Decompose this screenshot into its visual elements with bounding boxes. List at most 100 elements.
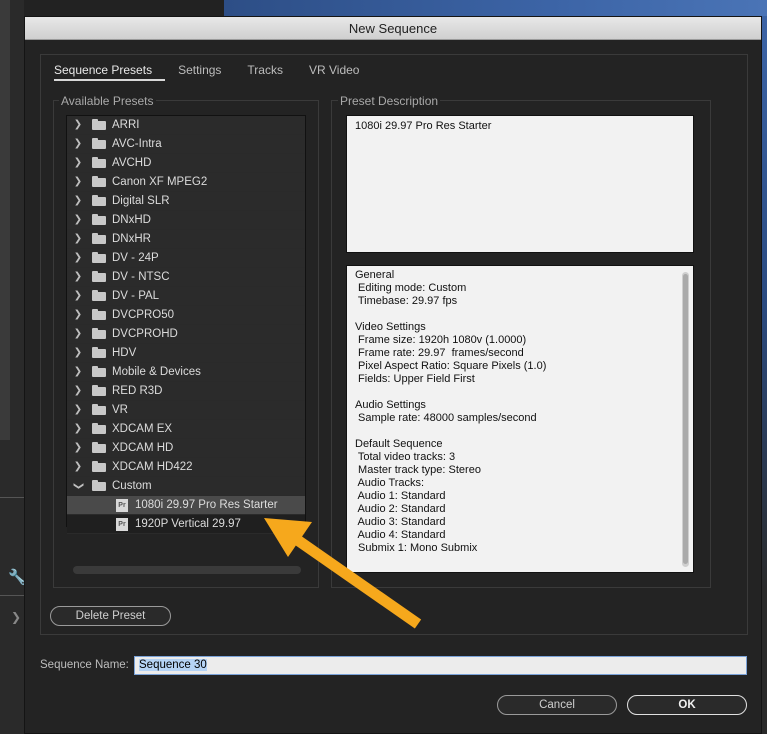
chevron-right-icon[interactable]: ❯	[73, 230, 83, 248]
chevron-right-icon[interactable]: ❯	[73, 344, 83, 362]
delete-preset-button[interactable]: Delete Preset	[50, 606, 171, 626]
ok-button[interactable]: OK	[627, 695, 747, 715]
preset-folder[interactable]: ❯ Digital SLR	[67, 192, 305, 211]
preset-detail-line: General	[355, 269, 395, 281]
preset-folder-label: DVCPROHD	[112, 328, 178, 340]
preset-detail-line: Audio Tracks:	[355, 477, 425, 489]
preset-folder-label: VR	[112, 404, 128, 416]
tab-vr-video[interactable]: VR Video	[296, 63, 372, 83]
premiere-file-icon: Pr	[116, 499, 128, 512]
background-divider	[0, 595, 24, 596]
chevron-right-icon[interactable]: ❯	[73, 458, 83, 476]
preset-folder-label: ARRI	[112, 119, 140, 131]
preset-folder[interactable]: ❯ DNxHD	[67, 211, 305, 230]
preset-folder[interactable]: ❯ DVCPRO50	[67, 306, 305, 325]
preset-folder[interactable]: ❯ DV - PAL	[67, 287, 305, 306]
preset-folder-label: Canon XF MPEG2	[112, 176, 208, 188]
preset-detail-line	[355, 386, 685, 399]
preset-folder-label: DV - 24P	[112, 252, 159, 264]
tab-sequence-presets[interactable]: Sequence Presets	[54, 63, 166, 81]
preset-folder-custom[interactable]: ❯ Custom	[67, 477, 305, 496]
folder-icon	[92, 442, 106, 453]
chevron-right-icon[interactable]: ❯	[73, 154, 83, 172]
chevron-down-icon[interactable]: ❯	[69, 481, 87, 491]
background-top-bar	[24, 0, 224, 16]
preset-folder[interactable]: ❯ DV - 24P	[67, 249, 305, 268]
chevron-right-icon[interactable]: ❯	[73, 401, 83, 419]
tab-bar: Sequence Presets Settings Tracks VR Vide…	[54, 63, 372, 83]
preset-folder[interactable]: ❯ XDCAM EX	[67, 420, 305, 439]
preset-detail-line: Master track type: Stereo	[355, 464, 481, 476]
preset-folder[interactable]: ❯ DVCPROHD	[67, 325, 305, 344]
preset-folder[interactable]: ❯ ARRI	[67, 116, 305, 135]
sequence-name-input[interactable]: Sequence 30	[134, 656, 747, 675]
chevron-right-icon[interactable]: ❯	[73, 420, 83, 438]
new-sequence-dialog: New Sequence Sequence Presets Settings T…	[24, 16, 762, 734]
sequence-name-label: Sequence Name:	[40, 659, 129, 671]
preset-folder-label: DVCPRO50	[112, 309, 174, 321]
dialog-content: Sequence Presets Settings Tracks VR Vide…	[40, 54, 748, 635]
preset-folder[interactable]: ❯ Mobile & Devices	[67, 363, 305, 382]
preset-folder[interactable]: ❯ AVCHD	[67, 154, 305, 173]
chevron-right-icon[interactable]: ❯	[73, 268, 83, 286]
dialog-title: New Sequence	[25, 17, 761, 40]
folder-icon	[92, 480, 106, 491]
folder-icon	[92, 461, 106, 472]
preset-detail-line: Timebase: 29.97 fps	[355, 295, 458, 307]
chevron-right-icon[interactable]: ❯	[73, 192, 83, 210]
folder-icon	[92, 366, 106, 377]
tab-settings[interactable]: Settings	[165, 63, 234, 83]
chevron-right-icon[interactable]: ❯	[73, 363, 83, 381]
folder-icon	[92, 138, 106, 149]
preset-folder-label: Mobile & Devices	[112, 366, 201, 378]
vertical-scrollbar[interactable]	[682, 272, 689, 567]
preset-detail-line: Default Sequence	[355, 438, 443, 450]
tab-tracks[interactable]: Tracks	[234, 63, 296, 83]
chevron-right-icon[interactable]: ❯	[73, 287, 83, 305]
preset-folder[interactable]: ❯ VR	[67, 401, 305, 420]
preset-folder[interactable]: ❯ XDCAM HD422	[67, 458, 305, 477]
folder-icon	[92, 309, 106, 320]
chevron-right-icon[interactable]: ❯	[73, 439, 83, 457]
folder-icon	[92, 252, 106, 263]
preset-folder[interactable]: ❯ DV - NTSC	[67, 268, 305, 287]
preset-detail-line	[355, 308, 685, 321]
preset-folder[interactable]: ❯ XDCAM HD	[67, 439, 305, 458]
chevron-right-icon[interactable]: ❯	[11, 610, 21, 624]
chevron-right-icon[interactable]: ❯	[73, 135, 83, 153]
preset-name-box: 1080i 29.97 Pro Res Starter	[346, 115, 694, 253]
horizontal-scrollbar[interactable]	[73, 566, 301, 574]
chevron-right-icon[interactable]: ❯	[73, 306, 83, 324]
preset-folder-label: XDCAM EX	[112, 423, 173, 435]
folder-icon	[92, 157, 106, 168]
folder-icon	[92, 176, 106, 187]
chevron-right-icon[interactable]: ❯	[73, 116, 83, 134]
preset-folder[interactable]: ❯ RED R3D	[67, 382, 305, 401]
preset-item[interactable]: Pr 1920P Vertical 29.97	[67, 515, 305, 534]
folder-icon	[92, 328, 106, 339]
background-left-strip	[0, 0, 10, 440]
preset-folder-label: AVC-Intra	[112, 138, 162, 150]
chevron-right-icon[interactable]: ❯	[73, 382, 83, 400]
preset-folder[interactable]: ❯ AVC-Intra	[67, 135, 305, 154]
folder-icon	[92, 385, 106, 396]
preset-detail-line: Audio Settings	[355, 399, 426, 411]
preset-details-box: General Editing mode: Custom Timebase: 2…	[346, 265, 694, 573]
chevron-right-icon[interactable]: ❯	[73, 211, 83, 229]
chevron-right-icon[interactable]: ❯	[73, 173, 83, 191]
chevron-right-icon[interactable]: ❯	[73, 249, 83, 267]
preset-detail-line: Sample rate: 48000 samples/second	[355, 412, 537, 424]
folder-icon	[92, 214, 106, 225]
chevron-right-icon[interactable]: ❯	[73, 325, 83, 343]
presets-tree: ❯ ARRI ❯ AVC-Intra ❯ AVCHD ❯ Canon XF MPEG2 ❯ Dig…	[66, 115, 306, 574]
preset-folder-label: XDCAM HD	[112, 442, 174, 454]
preset-folder[interactable]: ❯ DNxHR	[67, 230, 305, 249]
preset-detail-line: Frame size: 1920h 1080v (1.0000)	[355, 334, 527, 346]
cancel-button[interactable]: Cancel	[497, 695, 617, 715]
background-desktop	[224, 0, 767, 16]
preset-folder[interactable]: ❯ Canon XF MPEG2	[67, 173, 305, 192]
folder-icon	[92, 271, 106, 282]
preset-folder[interactable]: ❯ HDV	[67, 344, 305, 363]
preset-item[interactable]: Pr 1080i 29.97 Pro Res Starter	[67, 496, 305, 515]
background-desktop-right	[762, 16, 767, 734]
